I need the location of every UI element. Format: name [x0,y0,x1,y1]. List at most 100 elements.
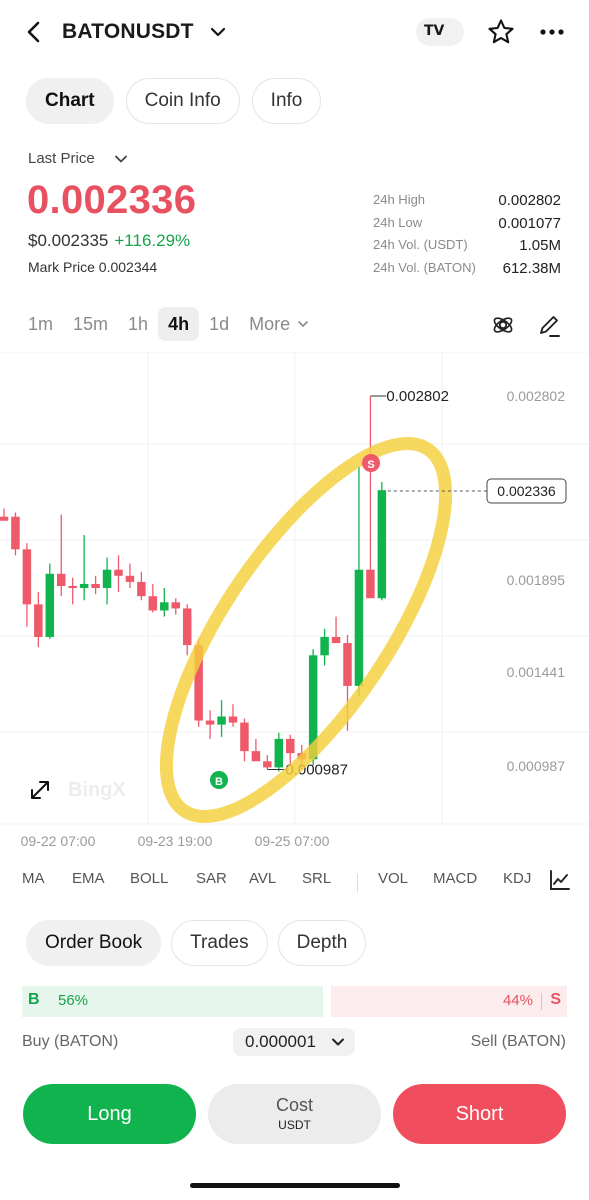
interval-4h[interactable]: 4h [158,307,200,341]
candle-body [91,583,100,589]
buy-sell-ratio-bar: B 56% 44% S [22,986,567,1017]
candle-body [343,643,352,686]
last-price-selector[interactable]: Last Price [28,150,95,167]
candle-body [240,722,249,752]
candles [0,396,387,772]
indicator-kdj[interactable]: KDJ [503,870,531,887]
candle-body [0,516,9,521]
stat-24h-low: 24h Low 0.001077 [373,214,561,232]
tab-coin-info[interactable]: Coin Info [125,78,240,124]
home-indicator [190,1183,400,1188]
tab-chart[interactable]: Chart [26,78,114,124]
candle-body [68,585,77,589]
highlight-ellipse [159,437,453,823]
indicator-bar: MA EMA BOLL SAR AVL SRL VOL MACD KDJ [0,866,589,894]
indicator-ema[interactable]: EMA [72,870,105,887]
candle-body [160,602,169,611]
stat-24h-vol-baton: 24h Vol. (BATON) 612.38M [373,259,561,277]
header: BATONUSDT TV [0,0,589,66]
sell-column-header: Sell (BATON) [470,1033,566,1050]
buy-percent: 56% [58,992,89,1009]
usd-price-line: $0.002335 +116.29% [28,231,190,251]
expand-icon-path [31,781,49,799]
expand-icon[interactable] [31,781,49,799]
favorite-star-icon[interactable] [486,17,516,47]
y-tick-label: 0.001895 [507,572,566,588]
trading-pair-title[interactable]: BATONUSDT [62,20,194,44]
back-arrow-icon[interactable] [20,18,48,46]
candle-body [182,608,192,646]
short-button[interactable]: Short [393,1084,566,1144]
y-axis: 0.002802 0.001895 0.001441 0.000987 [507,388,566,774]
tradingview-toggle[interactable]: TV [416,18,464,46]
more-options-icon[interactable] [537,17,567,47]
interval-15m[interactable]: 15m [63,307,118,341]
indicator-avl[interactable]: AVL [249,870,276,887]
y-tick-label: 0.002802 [507,388,566,404]
candle-body [45,573,55,637]
interval-selector: 1m 15m 1h 4h 1d More [28,306,310,342]
candle-body [57,573,66,586]
candle-body [125,575,135,582]
indicator-sar[interactable]: SAR [196,870,227,887]
interval-1d[interactable]: 1d [199,307,239,341]
candlestick-chart[interactable]: BingX 0.002802 0.000987 B S 0.002336 0.00280… [0,352,589,852]
tab-depth[interactable]: Depth [277,920,367,966]
chevron-down-icon[interactable] [208,22,228,42]
buy-marker-letter: B [215,776,223,788]
price-change-percent: +116.29% [114,231,191,250]
candle-body [217,716,226,725]
interval-1h[interactable]: 1h [118,307,158,341]
candle-body [331,636,341,644]
chevron-down-icon[interactable] [112,150,130,168]
x-axis: 09-22 07:00 09-23 19:00 09-25 07:00 [21,833,330,849]
y-tick-label: 0.000987 [507,758,566,774]
precision-selector[interactable]: 0.000001 [233,1028,355,1056]
usd-price: $0.002335 [28,231,109,250]
candle-body [137,581,146,597]
high-price-label: 0.002802 [386,388,449,405]
indicator-divider [357,874,358,892]
indicator-macd[interactable]: MACD [433,870,477,887]
tab-trades[interactable]: Trades [171,920,268,966]
buy-letter: B [28,991,40,1008]
candle-body [171,602,180,609]
tab-info[interactable]: Info [251,78,322,124]
indicator-chart-icon[interactable] [548,868,572,892]
24h-stats: 24h High 0.002802 24h Low 0.001077 24h Vol… [373,192,561,282]
interval-more-button[interactable]: More [239,314,310,335]
candle-body [79,583,89,589]
cost-unit: USDT [278,1118,311,1132]
y-tick-label: 0.001441 [507,664,566,680]
tradingview-icon: TV [424,23,445,39]
draw-pencil-icon[interactable] [536,312,562,338]
last-price-value: 0.002336 [27,178,197,222]
candle-body [34,604,43,637]
chevron-down-icon [332,1038,344,1046]
view-tabs: Chart Coin Info Info [26,78,322,124]
long-button[interactable]: Long [23,1084,196,1144]
candle-body [320,636,329,656]
interval-1m[interactable]: 1m [28,307,63,341]
interval-more-label: More [249,313,291,334]
orderbook-tabs: Order Book Trades Depth [26,920,367,966]
price-chart[interactable]: BingX 0.002802 0.000987 B S 0.002336 0.00280… [0,352,589,852]
ratio-divider [541,993,542,1010]
mark-price: Mark Price 0.002344 [28,259,158,275]
candle-body [286,738,295,754]
candle-body [263,761,272,768]
cost-button[interactable]: Cost USDT [208,1084,381,1144]
candle-body [102,569,112,589]
indicator-boll[interactable]: BOLL [130,870,168,887]
candle-body [114,569,123,576]
indicator-srl[interactable]: SRL [302,870,331,887]
stat-24h-high: 24h High 0.002802 [373,192,561,209]
x-tick-label: 09-23 19:00 [138,833,213,849]
last-price-tag-text: 0.002336 [497,483,556,499]
tab-order-book[interactable]: Order Book [26,920,162,966]
indicator-vol[interactable]: VOL [378,870,408,887]
indicator-settings-icon[interactable] [490,312,516,338]
candle-body [274,738,284,768]
sell-percent: 44% [502,992,533,1009]
indicator-ma[interactable]: MA [22,870,45,887]
